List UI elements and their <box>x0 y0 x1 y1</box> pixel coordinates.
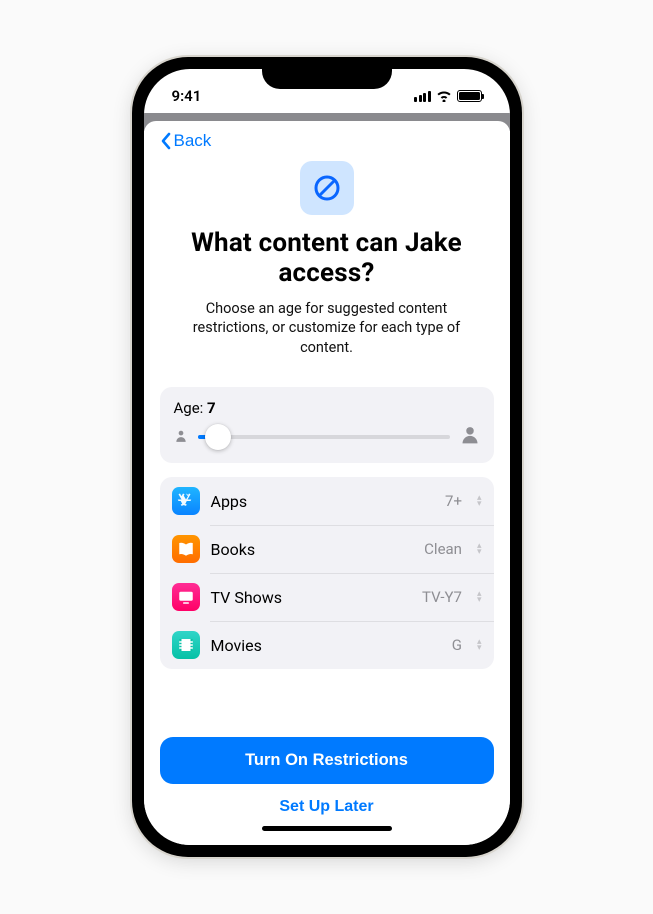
age-label-prefix: Age: <box>174 399 208 417</box>
row-label: Books <box>211 540 414 559</box>
page-subtitle: Choose an age for suggested content rest… <box>170 299 484 358</box>
row-value: G <box>452 636 462 654</box>
row-value: TV-Y7 <box>422 588 462 606</box>
home-indicator[interactable] <box>262 826 392 831</box>
stepper-icon: ▴▾ <box>477 495 482 507</box>
stepper-icon: ▴▾ <box>477 543 482 555</box>
back-button[interactable]: Back <box>160 131 212 151</box>
status-indicators <box>414 90 482 102</box>
wifi-icon <box>436 90 452 102</box>
age-label: Age: 7 <box>174 399 480 417</box>
adult-icon <box>460 425 480 449</box>
age-slider-card: Age: 7 <box>160 387 494 463</box>
chevron-left-icon <box>160 132 172 150</box>
modal-sheet: Back What content can Jake access? Choos… <box>144 121 510 845</box>
row-value: Clean <box>424 540 462 558</box>
row-label: Apps <box>211 492 435 511</box>
stepper-icon: ▴▾ <box>477 591 482 603</box>
books-icon <box>172 535 200 563</box>
set-up-later-button[interactable]: Set Up Later <box>279 784 373 822</box>
slider-thumb[interactable] <box>205 424 231 450</box>
status-time: 9:41 <box>172 87 202 105</box>
age-slider[interactable] <box>198 435 450 439</box>
row-value: 7+ <box>445 492 462 510</box>
row-apps[interactable]: Apps 7+ ▴▾ <box>160 477 494 525</box>
hero-section: What content can Jake access? Choose an … <box>160 157 494 371</box>
row-tv-shows[interactable]: TV Shows TV-Y7 ▴▾ <box>160 573 494 621</box>
age-slider-row <box>174 425 480 449</box>
cellular-signal-icon <box>414 91 431 102</box>
device-notch <box>262 57 392 89</box>
row-books[interactable]: Books Clean ▴▾ <box>160 525 494 573</box>
movies-icon <box>172 631 200 659</box>
child-icon <box>174 428 188 447</box>
nav-bar: Back <box>160 121 494 157</box>
turn-on-restrictions-button[interactable]: Turn On Restrictions <box>160 737 494 784</box>
appstore-icon <box>172 487 200 515</box>
stepper-icon: ▴▾ <box>477 639 482 651</box>
phone-frame: 9:41 Back <box>132 57 522 857</box>
battery-icon <box>457 90 482 102</box>
page-title: What content can Jake access? <box>170 229 484 289</box>
screen: 9:41 Back <box>144 69 510 845</box>
row-label: Movies <box>211 636 441 655</box>
restrictions-icon <box>300 161 354 215</box>
footer-actions: Turn On Restrictions Set Up Later <box>160 721 494 845</box>
back-label: Back <box>174 131 212 151</box>
tv-icon <box>172 583 200 611</box>
age-value: 7 <box>207 399 216 417</box>
row-movies[interactable]: Movies G ▴▾ <box>160 621 494 669</box>
content-type-list: Apps 7+ ▴▾ Books Clean ▴▾ TV Shows <box>160 477 494 669</box>
row-label: TV Shows <box>211 588 412 607</box>
